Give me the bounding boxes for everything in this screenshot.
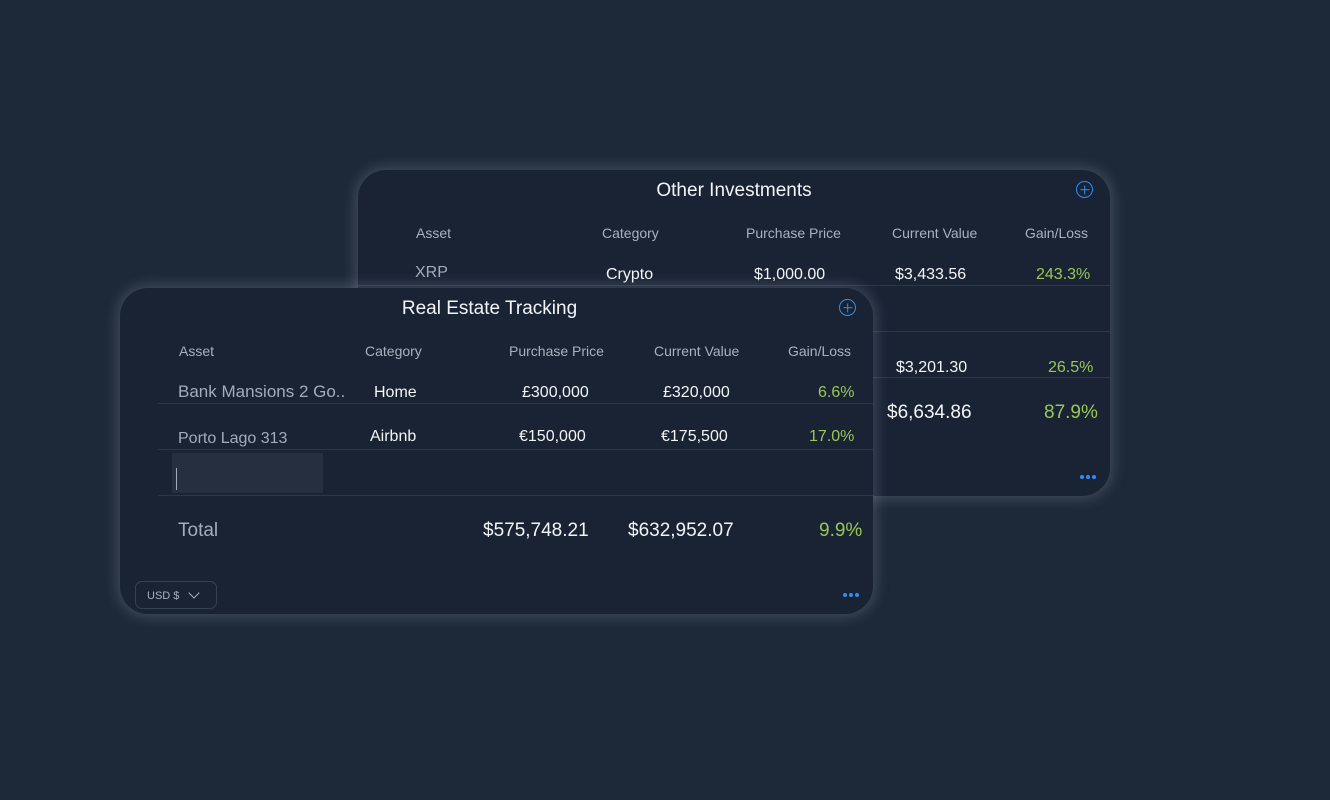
- column-header-current-value: Current Value: [654, 343, 740, 359]
- row-divider: [358, 285, 1110, 286]
- current-value[interactable]: €175,500: [661, 428, 728, 446]
- currency-label: USD $: [147, 590, 180, 602]
- asset-name[interactable]: XRP: [415, 264, 448, 282]
- column-header-purchase-price: Purchase Price: [746, 225, 841, 241]
- total-gain-loss: 87.9%: [1044, 402, 1098, 423]
- more-options-icon[interactable]: [1080, 475, 1096, 479]
- gain-loss: 6.6%: [818, 384, 855, 401]
- total-purchase-price: $575,748.21: [483, 520, 589, 541]
- row-divider: [158, 449, 873, 450]
- card-title: Other Investments: [656, 180, 812, 201]
- total-gain-loss: 9.9%: [819, 520, 863, 541]
- total-label: Total: [178, 520, 219, 541]
- total-current-value: $6,634.86: [887, 402, 972, 423]
- text-caret: [176, 468, 177, 490]
- asset-name[interactable]: Porto Lago 313: [178, 430, 287, 448]
- column-header-purchase-price: Purchase Price: [509, 343, 604, 359]
- column-header-asset: Asset: [416, 225, 452, 241]
- column-header-category: Category: [602, 225, 659, 241]
- gain-loss: 243.3%: [1036, 266, 1091, 283]
- asset-category[interactable]: Home: [374, 384, 417, 402]
- more-options-icon[interactable]: [843, 593, 859, 597]
- asset-category[interactable]: Crypto: [606, 266, 653, 284]
- column-header-asset: Asset: [179, 343, 215, 359]
- column-header-gain-loss: Gain/Loss: [788, 343, 852, 359]
- purchase-price[interactable]: $1,000.00: [754, 266, 825, 284]
- chevron-down-icon: [188, 587, 200, 599]
- purchase-price[interactable]: £300,000: [522, 384, 589, 402]
- purchase-price[interactable]: €150,000: [519, 428, 586, 446]
- current-value[interactable]: £320,000: [663, 384, 730, 402]
- current-value[interactable]: $3,433.56: [895, 266, 966, 284]
- row-divider: [158, 403, 873, 404]
- column-header-category: Category: [365, 343, 422, 359]
- add-property-icon[interactable]: [839, 299, 856, 316]
- total-current-value: $632,952.07: [628, 520, 734, 541]
- column-header-current-value: Current Value: [892, 225, 978, 241]
- gain-loss: 26.5%: [1048, 359, 1094, 376]
- currency-select[interactable]: USD $: [135, 581, 217, 609]
- real-estate-card: Real Estate Tracking Asset Category Purc…: [120, 288, 873, 614]
- row-divider: [158, 495, 873, 496]
- column-header-gain-loss: Gain/Loss: [1025, 225, 1089, 241]
- gain-loss: 17.0%: [809, 428, 855, 445]
- asset-name[interactable]: Bank Mansions 2 Go..: [178, 382, 345, 402]
- add-investment-icon[interactable]: [1076, 181, 1093, 198]
- asset-category[interactable]: Airbnb: [370, 428, 416, 446]
- card-title: Real Estate Tracking: [401, 298, 578, 319]
- new-asset-input[interactable]: [172, 453, 323, 493]
- current-value[interactable]: $3,201.30: [896, 359, 967, 377]
